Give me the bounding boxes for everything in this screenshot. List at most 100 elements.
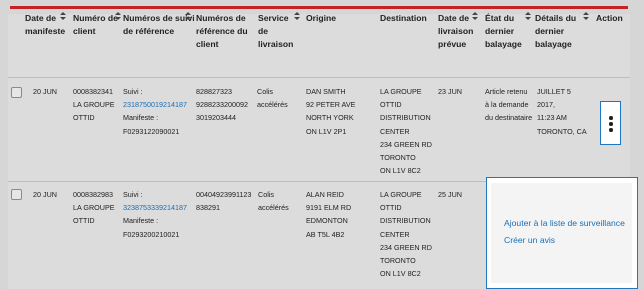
sort-icon[interactable] <box>583 12 589 21</box>
sort-icon[interactable] <box>185 12 191 21</box>
client-line: OTTID <box>73 216 95 226</box>
header-label: client <box>73 26 96 36</box>
address-line: ALAN REID <box>306 190 344 199</box>
destination-address: LA GROUPE OTTID DISTRIBUTION CENTER 234 … <box>380 188 432 280</box>
create-notice-menu-item[interactable]: Créer un avis <box>504 235 555 245</box>
header-label: manifeste <box>25 26 66 36</box>
header-destination[interactable]: Destination <box>380 12 427 25</box>
manifest-label: Manifeste : <box>123 216 159 226</box>
header-label: livraison <box>438 26 474 36</box>
last-scan-status: Article retenu à la demande du destinata… <box>485 85 532 125</box>
address-line: ON L1V 2P1 <box>306 126 347 136</box>
header-label: dernier <box>535 26 565 36</box>
expected-delivery: 25 JUN <box>438 188 462 201</box>
header-label: Détails du <box>535 13 577 23</box>
manifest-date: 20 JUN <box>33 85 57 98</box>
sort-icon[interactable] <box>525 12 531 21</box>
delivery-service: Colis accélérés <box>258 188 289 214</box>
sort-icon[interactable] <box>115 12 121 21</box>
address-line: DISTRIBUTION <box>380 216 431 226</box>
reference-line: 3019203444 <box>196 113 236 123</box>
header-label: dernier <box>485 26 515 36</box>
header-label: Numéro de <box>73 13 118 23</box>
client-references: 00404923991123 838291 <box>196 188 251 214</box>
address-line: EDMONTON <box>306 216 348 226</box>
client-number: 0008382983 LA GROUPE OTTID <box>73 188 115 228</box>
header-label: de référence <box>123 26 175 36</box>
client-line: 0008382983 <box>73 190 113 199</box>
delivery-service: Colis accélérés <box>257 85 288 111</box>
header-manifest-date[interactable]: Date de manifeste <box>25 12 66 38</box>
manifest-number: F0293122090021 <box>123 126 180 136</box>
address-line: CENTER <box>380 126 410 136</box>
manifest-label: Manifeste : <box>123 113 159 123</box>
sort-icon[interactable] <box>60 12 66 21</box>
address-line: 92 PETER AVE <box>306 100 356 110</box>
header-label: Numéros de suivi <box>123 13 195 23</box>
address-line: OTTID <box>380 100 402 110</box>
sort-icon[interactable] <box>472 12 478 21</box>
address-line: ON L1V 8C2 <box>380 166 421 176</box>
address-line: TORONTO <box>380 153 416 163</box>
service-line: accélérés <box>258 203 289 213</box>
address-line: DISTRIBUTION <box>380 113 431 123</box>
last-scan-details: JUILLET 5 2017, 11:23 AM TORONTO, CA <box>537 85 587 138</box>
row-checkbox[interactable] <box>11 87 22 98</box>
header-label: livraison <box>258 39 294 49</box>
header-label: Date de <box>438 13 470 23</box>
details-line: 2017, <box>537 100 555 110</box>
tracking-link[interactable]: 3238753339214187 <box>123 201 187 214</box>
manifest-date: 20 JUN <box>33 188 57 201</box>
expected-date: 25 JUN <box>438 190 462 199</box>
address-line: DAN SMITH <box>306 87 346 96</box>
client-line: LA GROUPE <box>73 100 115 110</box>
service-line: Colis <box>257 87 273 96</box>
header-tracking-numbers[interactable]: Numéros de suivi de référence <box>123 12 195 38</box>
address-line: OTTID <box>380 203 402 213</box>
header-label: Action <box>596 13 623 23</box>
address-line: ON L1V 8C2 <box>380 269 421 279</box>
reference-line: 838291 <box>196 203 220 213</box>
address-line: CENTER <box>380 229 410 239</box>
header-origin[interactable]: Origine <box>306 12 336 25</box>
tracking-label: Suivi : <box>123 87 143 96</box>
header-label: référence du <box>196 26 248 36</box>
row-action-menu-button[interactable] <box>600 101 621 145</box>
address-line: LA GROUPE <box>380 190 422 199</box>
add-to-watchlist-menu-item[interactable]: Ajouter à la liste de surveillance <box>504 218 625 228</box>
tracking-numbers: Suivi : 2318750019214187 Manifeste : F02… <box>123 85 187 138</box>
header-label: Destination <box>380 13 427 23</box>
details-line: JUILLET 5 <box>537 87 571 96</box>
sort-icon[interactable] <box>294 12 300 21</box>
header-label: Service <box>258 13 289 23</box>
accent-bar <box>10 6 628 9</box>
row-checkbox[interactable] <box>11 189 22 200</box>
header-delivery-service[interactable]: Service de livraison <box>258 12 300 51</box>
address-line: LA GROUPE <box>380 87 422 96</box>
header-client-number[interactable]: Numéro de client <box>73 12 121 38</box>
header-label: prévue <box>438 39 467 49</box>
origin-address: ALAN REID 9191 ELM RD EDMONTON AB T5L 4B… <box>306 188 351 241</box>
client-references: 828827323 9288233200092 3019203444 <box>196 85 248 125</box>
tracking-numbers: Suivi : 3238753339214187 Manifeste : F02… <box>123 188 187 241</box>
client-line: 0008382341 <box>73 87 113 96</box>
header-client-references[interactable]: Numéros de référence du client <box>196 12 248 51</box>
origin-address: DAN SMITH 92 PETER AVE NORTH YORK ON L1V… <box>306 85 355 138</box>
header-last-scan-details[interactable]: Détails du dernier balayage <box>535 12 589 51</box>
header-label: de <box>258 26 269 36</box>
reference-line: 828827323 <box>196 87 232 96</box>
header-expected-delivery[interactable]: Date de livraison prévue <box>438 12 478 51</box>
address-line: 9191 ELM RD <box>306 203 352 213</box>
tracking-link[interactable]: 2318750019214187 <box>123 98 187 111</box>
status-line: à la demande <box>485 100 529 110</box>
header-label: balayage <box>485 39 522 49</box>
status-line: du destinataire <box>485 113 533 123</box>
header-label: Origine <box>306 13 337 23</box>
date-text: 20 JUN <box>33 87 57 96</box>
header-label: balayage <box>535 39 572 49</box>
header-last-scan-status[interactable]: État du dernier balayage <box>485 12 531 51</box>
details-line: 11:23 AM <box>537 113 567 123</box>
address-line: 234 GREEN RD <box>380 242 432 252</box>
expected-delivery: 23 JUN <box>438 85 462 98</box>
header-label: client <box>196 39 219 49</box>
